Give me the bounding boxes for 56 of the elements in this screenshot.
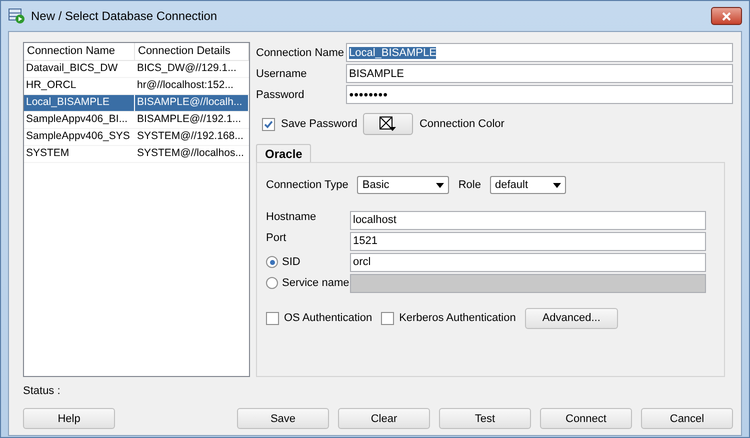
input-field[interactable]: localhost — [350, 210, 706, 230]
close-button[interactable] — [711, 7, 742, 25]
list-cell[interactable]: SYSTEM@//192.168... — [135, 129, 249, 145]
list-cell[interactable]: SampleAppv406_SYS — [24, 129, 135, 145]
field-label: Password — [256, 88, 306, 100]
list-cell[interactable]: BISAMPLE@//localh... — [135, 95, 249, 111]
field-label: Connection Name — [256, 46, 346, 58]
color-button[interactable] — [363, 113, 414, 135]
dialog-button[interactable]: Clear — [338, 408, 430, 429]
field-label: Role — [458, 179, 481, 191]
radio-label: Service name — [282, 277, 350, 289]
column-header: Connection Name — [24, 43, 135, 60]
close-icon — [722, 12, 731, 20]
list-cell[interactable]: SYSTEM — [24, 146, 135, 162]
input-field[interactable]: BISAMPLE — [346, 64, 733, 83]
checkbox-label: Save Password — [281, 118, 358, 130]
database-icon — [8, 8, 26, 24]
list-cell[interactable]: BICS_DW@//129.1... — [135, 61, 249, 77]
checkbox-label: Kerberos Authentication — [399, 312, 516, 324]
dropdown[interactable]: default — [490, 176, 566, 194]
caret-icon — [552, 182, 561, 188]
input-field[interactable]: Local_BISAMPLE — [346, 43, 733, 62]
dialog-button[interactable]: Help — [23, 408, 115, 429]
list-cell[interactable]: SampleAppv406_BI... — [24, 112, 135, 128]
advanced-button[interactable]: Advanced... — [524, 308, 618, 328]
list-cell[interactable]: Local_BISAMPLE — [24, 95, 135, 111]
input-field[interactable]: ●●●●●●●● — [346, 85, 733, 104]
checkbox[interactable] — [262, 118, 275, 130]
field-label: Connection Type — [266, 179, 348, 191]
status-label: Status : — [23, 385, 62, 399]
window-title: New / Select Database Connection — [31, 9, 218, 23]
list-cell[interactable]: HR_ORCL — [24, 78, 135, 94]
field-label: Username — [256, 68, 308, 80]
list-cell[interactable]: SYSTEM@//localhos... — [135, 146, 249, 162]
checkbox-label: OS Authentication — [284, 312, 372, 324]
checkbox[interactable] — [266, 312, 279, 324]
column-header: Connection Details — [135, 43, 249, 60]
field-label: Port — [266, 232, 288, 244]
input-field[interactable]: orcl — [350, 252, 706, 272]
dialog-button[interactable]: Cancel — [641, 408, 733, 429]
dialog-button[interactable]: Save — [237, 408, 329, 429]
field-label: Hostname — [266, 211, 318, 223]
list-cell[interactable]: hr@//localhost:152... — [135, 78, 249, 94]
caret-icon — [436, 182, 444, 188]
color-label: Connection Color — [419, 118, 504, 130]
dialog-button[interactable]: Test — [439, 408, 531, 429]
color-swatch-icon — [379, 116, 398, 132]
radio-label: SID — [282, 256, 300, 268]
checkbox[interactable] — [381, 312, 394, 324]
list-cell[interactable]: Datavail_BICS_DW — [24, 61, 135, 77]
tab[interactable]: Oracle — [256, 144, 312, 162]
input-field[interactable]: 1521 — [350, 232, 706, 250]
list-cell[interactable]: BISAMPLE@//192.1... — [135, 112, 249, 128]
dropdown[interactable]: Basic — [357, 176, 450, 194]
radio-button[interactable] — [266, 256, 278, 268]
dialog-button[interactable]: Connect — [540, 408, 632, 429]
